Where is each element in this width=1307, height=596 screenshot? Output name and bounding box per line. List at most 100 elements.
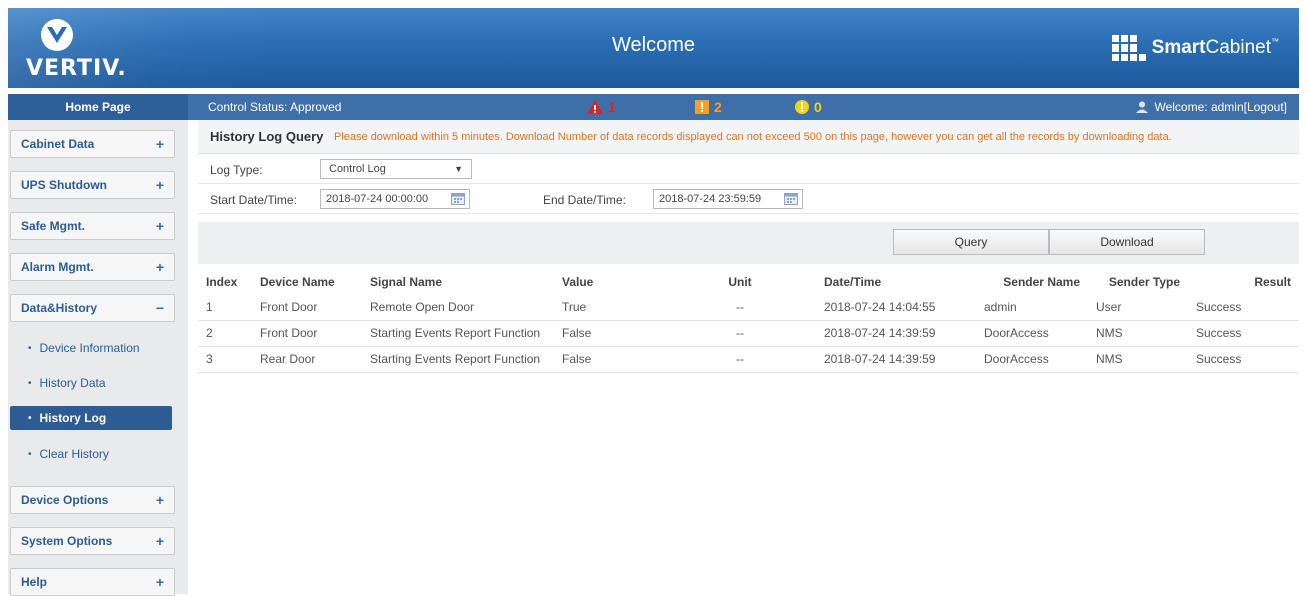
column-header[interactable]: Sender Name xyxy=(976,270,1088,294)
header-title: Welcome xyxy=(612,34,695,56)
history-log-table: Index Device Name Signal Name Value Unit… xyxy=(198,270,1299,373)
cell-sender-name: DoorAccess xyxy=(976,320,1088,347)
bullet-icon: • xyxy=(28,412,32,424)
cell-date-time: 2018-07-24 14:39:59 xyxy=(816,320,976,347)
column-header[interactable]: Sender Type xyxy=(1088,270,1188,294)
sidebar-item-cabinet-data[interactable]: Cabinet Data + xyxy=(10,130,175,158)
cell-index: 1 xyxy=(198,294,252,321)
app-header: VERTIV. Welcome SmartCabinet™ xyxy=(8,8,1299,88)
column-header[interactable]: Unit xyxy=(664,270,816,294)
cell-device-name: Rear Door xyxy=(252,346,362,373)
bullet-icon: • xyxy=(28,377,32,389)
expand-plus-icon: + xyxy=(155,533,164,549)
sidebar-sub-clear-history[interactable]: • Clear History xyxy=(10,442,172,466)
sidebar-sub-device-information[interactable]: • Device Information xyxy=(10,336,172,360)
user-icon xyxy=(1136,101,1149,113)
cell-date-time: 2018-07-24 14:39:59 xyxy=(816,346,976,373)
download-button[interactable]: Download xyxy=(1049,229,1205,255)
log-type-label: Log Type: xyxy=(210,163,263,177)
end-date-input[interactable]: 2018-07-24 23:59:59 xyxy=(653,189,803,209)
query-button[interactable]: Query xyxy=(893,229,1049,255)
sidebar-item-help[interactable]: Help + xyxy=(10,568,175,596)
date-range-row: Start Date/Time: 2018-07-24 00:00:00 End… xyxy=(198,186,1299,214)
sidebar: Cabinet Data + UPS Shutdown + Safe Mgmt.… xyxy=(8,120,188,596)
cell-value: False xyxy=(554,346,664,373)
start-date-input[interactable]: 2018-07-24 00:00:00 xyxy=(320,189,470,209)
table-row: 1 Front Door Remote Open Door True -- 20… xyxy=(198,294,1299,321)
logo-text: VERTIV. xyxy=(26,56,127,81)
expand-plus-icon: + xyxy=(155,259,164,275)
log-type-row: Log Type: Control Log ▼ xyxy=(198,156,1299,184)
cell-device-name: Front Door xyxy=(252,320,362,347)
calendar-icon[interactable] xyxy=(784,193,798,205)
action-bar: Query Download xyxy=(198,222,1299,264)
cell-unit: -- xyxy=(664,346,816,373)
cell-result: Success xyxy=(1188,294,1299,321)
cell-result: Success xyxy=(1188,346,1299,373)
sidebar-item-alarm-mgmt[interactable]: Alarm Mgmt. + xyxy=(10,253,175,281)
sidebar-item-data-history[interactable]: Data&History − xyxy=(10,294,175,322)
cell-sender-name: DoorAccess xyxy=(976,346,1088,373)
status-bar: Home Page Control Status: Approved 1 2 0… xyxy=(8,94,1299,120)
cell-sender-type: NMS xyxy=(1088,346,1188,373)
critical-triangle-icon xyxy=(587,100,603,114)
critical-alarm-count[interactable]: 1 xyxy=(586,98,616,116)
bullet-icon: • xyxy=(28,448,32,460)
table-row: 2 Front Door Starting Events Report Func… xyxy=(198,320,1299,347)
expand-plus-icon: + xyxy=(155,177,164,193)
smartcabinet-grid-icon xyxy=(1111,35,1146,61)
start-date-label: Start Date/Time: xyxy=(210,193,297,207)
collapse-minus-icon: − xyxy=(155,300,164,316)
cell-date-time: 2018-07-24 14:04:55 xyxy=(816,294,976,321)
log-type-select[interactable]: Control Log ▼ xyxy=(320,159,472,179)
column-header[interactable]: Signal Name xyxy=(362,270,554,294)
major-alarm-count[interactable]: 2 xyxy=(694,98,722,116)
welcome-text[interactable]: Welcome: admin[Logout] xyxy=(1154,94,1287,120)
column-header[interactable]: Index xyxy=(198,270,252,294)
major-square-icon xyxy=(695,100,709,114)
home-page-tab[interactable]: Home Page xyxy=(8,94,188,120)
minor-circle-icon xyxy=(795,100,809,114)
column-header[interactable]: Result xyxy=(1188,270,1299,294)
cell-result: Success xyxy=(1188,320,1299,347)
cell-unit: -- xyxy=(664,294,816,321)
cell-sender-type: NMS xyxy=(1088,320,1188,347)
sidebar-sub-history-data[interactable]: • History Data xyxy=(10,371,172,395)
calendar-icon[interactable] xyxy=(451,193,465,205)
table-header-row: Index Device Name Signal Name Value Unit… xyxy=(198,270,1299,294)
expand-plus-icon: + xyxy=(155,574,164,590)
cell-index: 3 xyxy=(198,346,252,373)
smartcabinet-text: SmartCabinet™ xyxy=(1151,37,1279,58)
cell-device-name: Front Door xyxy=(252,294,362,321)
expand-plus-icon: + xyxy=(155,136,164,152)
table-row: 3 Rear Door Starting Events Report Funct… xyxy=(198,346,1299,373)
minor-alarm-count[interactable]: 0 xyxy=(794,98,822,116)
control-status: Control Status: Approved xyxy=(208,100,342,114)
page-title: History Log Query xyxy=(210,129,324,144)
sidebar-item-safe-mgmt[interactable]: Safe Mgmt. + xyxy=(10,212,175,240)
bullet-icon: • xyxy=(28,342,32,354)
sidebar-sub-history-log[interactable]: • History Log xyxy=(10,406,172,430)
welcome-logout[interactable]: Welcome: admin[Logout] xyxy=(1136,94,1287,120)
expand-plus-icon: + xyxy=(155,492,164,508)
query-header: History Log Query Please download within… xyxy=(198,120,1299,154)
download-note: Please download within 5 minutes. Downlo… xyxy=(334,131,1172,143)
dropdown-arrow-icon: ▼ xyxy=(454,164,463,174)
main-content: History Log Query Please download within… xyxy=(198,120,1299,594)
sidebar-item-ups-shutdown[interactable]: UPS Shutdown + xyxy=(10,171,175,199)
cell-sender-name: admin xyxy=(976,294,1088,321)
column-header[interactable]: Device Name xyxy=(252,270,362,294)
cell-index: 2 xyxy=(198,320,252,347)
cell-signal-name: Starting Events Report Function xyxy=(362,320,554,347)
end-date-label: End Date/Time: xyxy=(543,193,626,207)
cell-signal-name: Remote Open Door xyxy=(362,294,554,321)
cell-value: False xyxy=(554,320,664,347)
cell-sender-type: User xyxy=(1088,294,1188,321)
sidebar-item-system-options[interactable]: System Options + xyxy=(10,527,175,555)
smartcabinet-logo: SmartCabinet™ xyxy=(1111,28,1279,68)
cell-unit: -- xyxy=(664,320,816,347)
sidebar-item-device-options[interactable]: Device Options + xyxy=(10,486,175,514)
cell-value: True xyxy=(554,294,664,321)
column-header[interactable]: Value xyxy=(554,270,664,294)
column-header[interactable]: Date/Time xyxy=(816,270,976,294)
